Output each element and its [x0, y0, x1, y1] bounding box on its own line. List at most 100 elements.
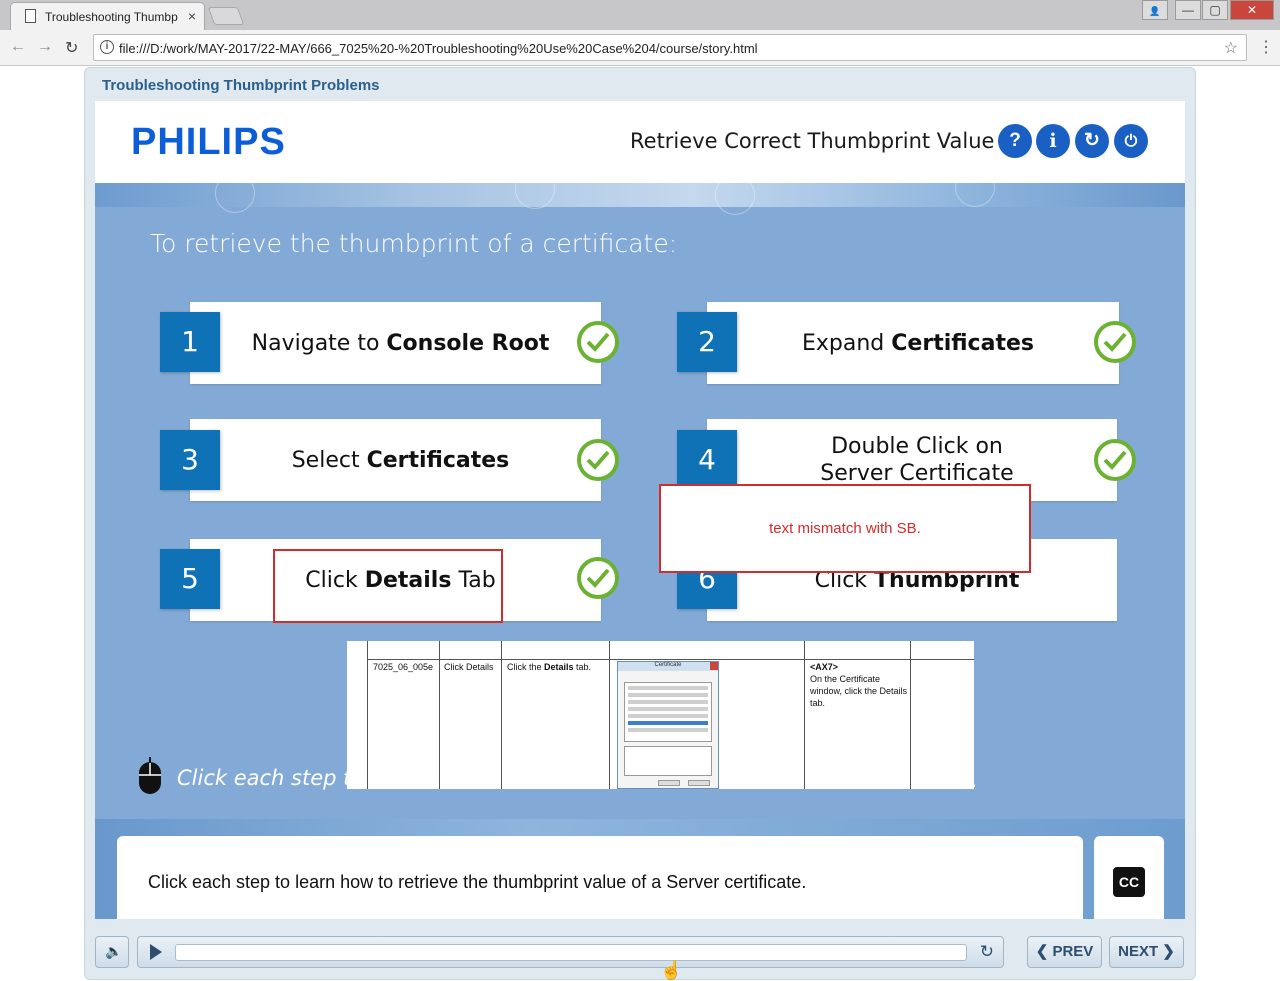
review-comment-text: text mismatch with SB.: [769, 520, 921, 537]
address-bar[interactable]: i file:///D:/work/MAY-2017/22-MAY/666_70…: [93, 34, 1247, 61]
caption-panel: Click each step to learn how to retrieve…: [117, 836, 1083, 919]
table-column-line: [501, 641, 502, 789]
slide-area: PHILIPS Retrieve Correct Thumbprint Valu…: [95, 101, 1185, 919]
certificate-window-thumbnail: Certificate: [617, 661, 719, 789]
decorative-hex: [515, 169, 555, 209]
document-icon: [25, 9, 36, 23]
step-text-pre: Select: [291, 447, 367, 473]
mini-value-pane: [624, 746, 712, 776]
audio-script: On the Certificate window, click the Det…: [810, 674, 908, 708]
review-comment: text mismatch with SB.: [659, 484, 1031, 573]
replay-button[interactable]: ↻: [1075, 124, 1109, 158]
mini-window-title: Certificate: [618, 662, 718, 671]
storyboard-instruction: Click the Details tab.: [507, 661, 591, 673]
step-number-3: 3: [160, 430, 220, 490]
storyboard-snippet: 7025_06_005e Click Details Click the Det…: [347, 641, 974, 789]
step-text-bold: Console Root: [386, 330, 550, 356]
slide-header: PHILIPS Retrieve Correct Thumbprint Valu…: [95, 101, 1185, 183]
checkmark-icon: [577, 321, 619, 363]
step-label: Navigate to Console Root: [220, 302, 581, 384]
mouse-cursor-icon: ☝: [660, 960, 683, 980]
window-close-button[interactable]: ✕: [1230, 0, 1274, 20]
prev-button[interactable]: ❮ PREV: [1027, 936, 1102, 968]
browser-tab[interactable]: Troubleshooting Thumbp ×: [10, 2, 205, 30]
instruction-bold: Details: [544, 662, 574, 672]
forward-icon[interactable]: →: [37, 38, 53, 56]
table-column-line: [609, 641, 610, 789]
user-profile-icon[interactable]: 👤: [1142, 0, 1168, 20]
course-title: Troubleshooting Thumbprint Problems: [102, 77, 380, 94]
table-column-line: [439, 641, 440, 789]
checkmark-icon: [1094, 321, 1136, 363]
step-number-4: 4: [677, 430, 737, 490]
instruction-hint-tail: .: [972, 769, 978, 792]
info-icon: i: [1049, 130, 1057, 152]
new-tab-button[interactable]: [207, 7, 245, 25]
browser-toolbar: ← → ↻ i file:///D:/work/MAY-2017/22-MAY/…: [0, 30, 1280, 66]
replay-icon[interactable]: ↻: [980, 942, 994, 962]
mini-button: [688, 780, 710, 786]
step-number-1: 1: [160, 312, 220, 372]
step-text-line2: Server Certificate: [820, 461, 1014, 486]
volume-button[interactable]: 🔈: [95, 936, 129, 968]
step-card-3[interactable]: Select Certificates: [190, 419, 601, 501]
playback-bar: ↻: [137, 936, 1004, 968]
step-text-bold: Certificates: [366, 447, 510, 473]
table-column-line: [367, 641, 368, 789]
storyboard-id: 7025_06_005e: [373, 662, 434, 672]
step-label: Select Certificates: [220, 419, 581, 501]
help-icon: ?: [1009, 130, 1021, 151]
table-column-line: [804, 641, 805, 789]
decorative-hex: [215, 173, 255, 213]
step-card-1[interactable]: Navigate to Console Root: [190, 302, 601, 384]
bookmark-star-icon[interactable]: ☆: [1224, 38, 1238, 58]
checkmark-icon: [577, 439, 619, 481]
mini-field-list: [624, 682, 712, 742]
power-icon: ⏻: [1124, 133, 1138, 150]
step-text-line1: Double Click on: [831, 434, 1003, 459]
mini-button: [658, 780, 680, 786]
speaker-icon: 🔈: [105, 943, 123, 959]
step-label: Expand Certificates: [737, 302, 1099, 384]
maximize-button[interactable]: ▢: [1202, 0, 1228, 20]
back-icon[interactable]: ←: [10, 38, 26, 56]
storyboard-action: Click Details: [444, 662, 494, 672]
decorative-hex: [955, 167, 995, 207]
tab-close-icon[interactable]: ×: [188, 8, 196, 24]
audio-tag: <AX7>: [810, 662, 839, 672]
info-button[interactable]: i: [1036, 124, 1070, 158]
mouse-icon: [139, 757, 161, 794]
step-number-5: 5: [160, 549, 220, 609]
seek-track[interactable]: [175, 944, 967, 961]
reload-icon[interactable]: ↻: [65, 38, 78, 58]
table-rule: [367, 659, 974, 660]
site-info-icon[interactable]: i: [100, 40, 114, 54]
caption-text: Click each step to learn how to retrieve…: [148, 872, 807, 892]
step-text-pre: Expand: [802, 330, 892, 356]
decorative-pattern-band: [95, 167, 1185, 215]
exit-button[interactable]: ⏻: [1114, 124, 1148, 158]
instruction-post: tab.: [573, 662, 592, 672]
cc-panel: CC: [1094, 836, 1164, 919]
instruction-pre: Click the: [507, 662, 545, 672]
lesson-title: Retrieve Correct Thumbprint Value: [630, 129, 995, 153]
step-text-pre: Navigate to: [251, 330, 387, 356]
checkmark-icon: [1094, 439, 1136, 481]
step-number-2: 2: [677, 312, 737, 372]
step-card-2[interactable]: Expand Certificates: [707, 302, 1119, 384]
review-highlight-box: [273, 549, 503, 623]
decorative-hex: [715, 175, 755, 215]
user-icon: 👤: [1149, 6, 1161, 16]
next-button[interactable]: NEXT ❯: [1109, 936, 1184, 968]
checkmark-icon: [577, 557, 619, 599]
url-text[interactable]: file:///D:/work/MAY-2017/22-MAY/666_7025…: [119, 41, 758, 56]
help-button[interactable]: ?: [998, 124, 1032, 158]
philips-logo: PHILIPS: [131, 121, 286, 163]
browser-menu-icon[interactable]: ⋮: [1258, 37, 1274, 57]
closed-captions-button[interactable]: CC: [1113, 867, 1145, 897]
intro-text: To retrieve the thumbprint of a certific…: [150, 229, 678, 258]
minimize-button[interactable]: —: [1175, 0, 1201, 20]
mini-close-icon: [710, 662, 718, 670]
instruction-hint: Click each step to: [177, 766, 365, 790]
play-icon[interactable]: [150, 944, 162, 960]
